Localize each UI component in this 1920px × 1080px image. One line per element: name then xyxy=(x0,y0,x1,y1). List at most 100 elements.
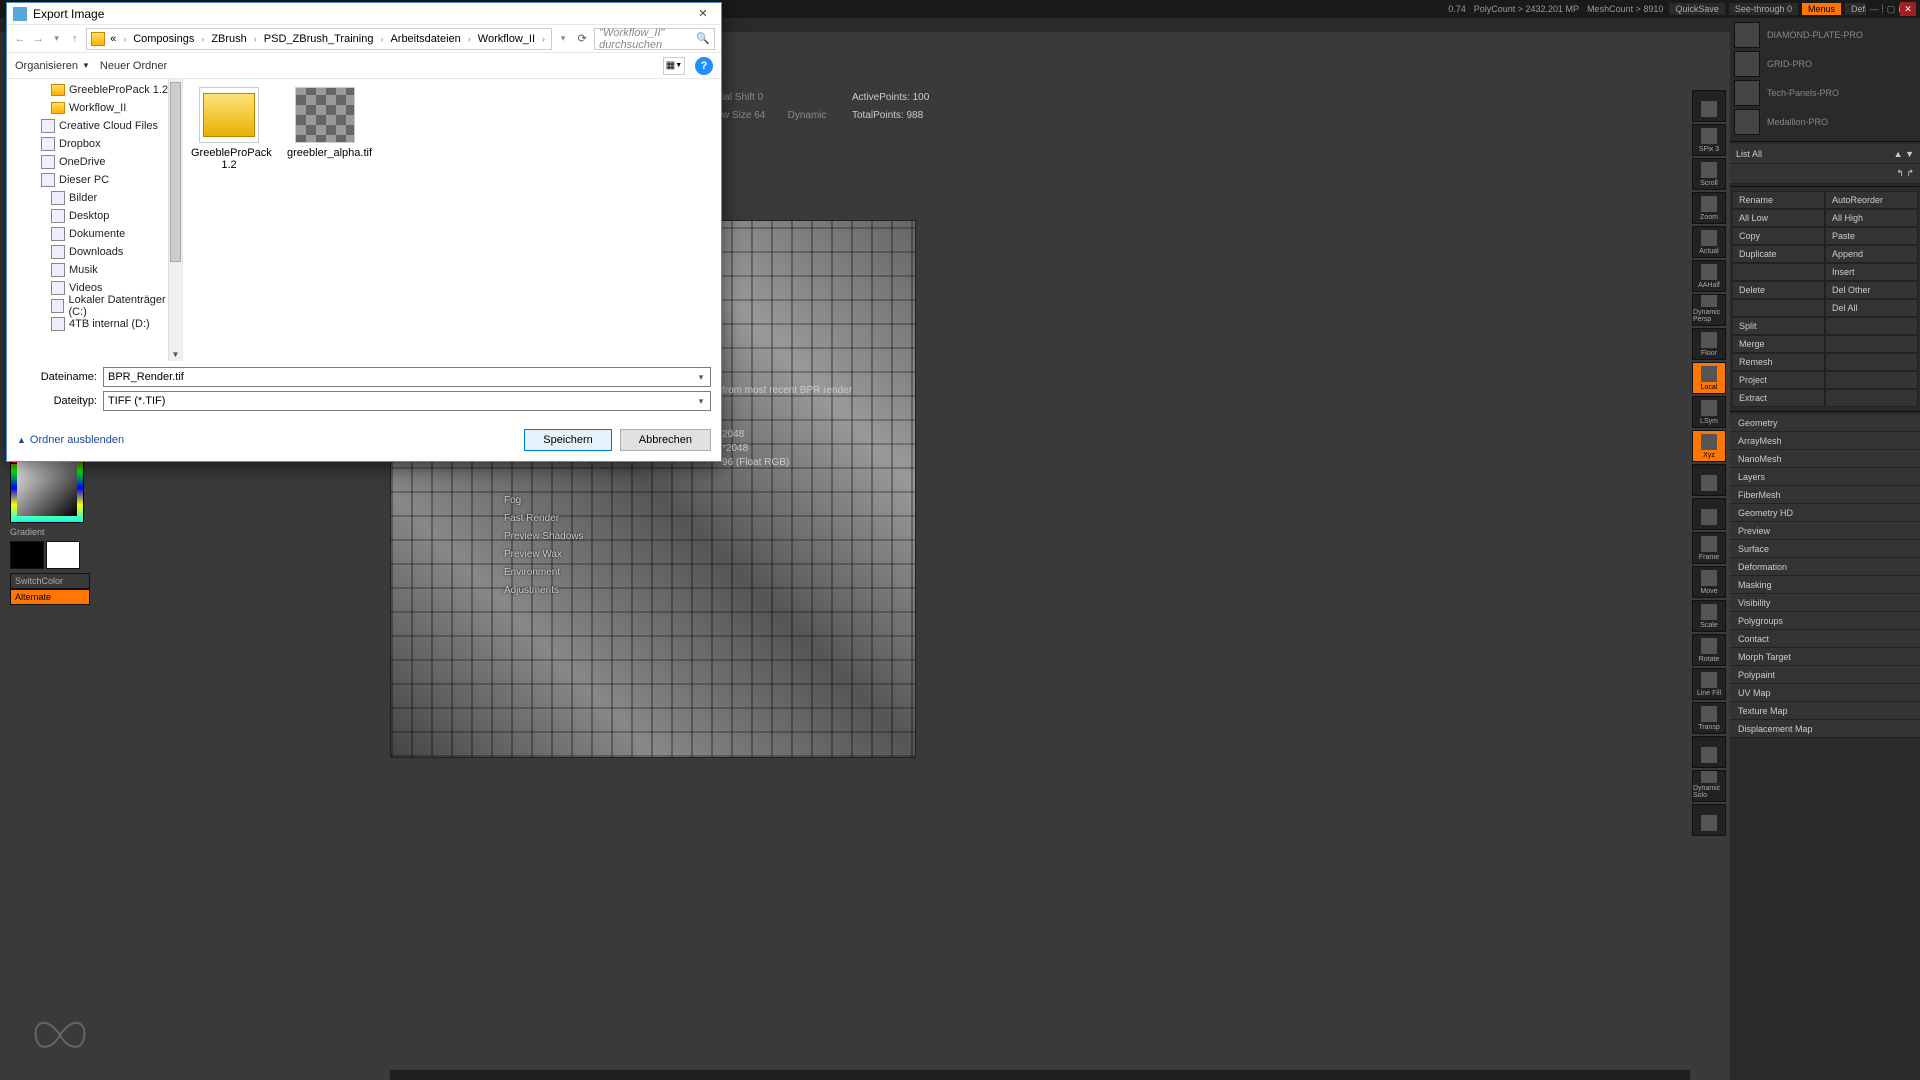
accordion-header[interactable]: Preview xyxy=(1730,522,1920,540)
shelf-button[interactable] xyxy=(1692,498,1726,530)
shelf-button[interactable]: Local xyxy=(1692,362,1726,394)
switchcolor-toggle[interactable]: SwitchColor xyxy=(10,573,90,589)
breadcrumb-segment[interactable]: Composings xyxy=(130,33,197,45)
shelf-button[interactable]: Dynamic Solo xyxy=(1692,770,1726,802)
accordion-header[interactable]: Masking xyxy=(1730,576,1920,594)
render-menu-item[interactable]: Preview Wax xyxy=(504,546,583,564)
accordion-header[interactable]: Polygroups xyxy=(1730,612,1920,630)
shelf-button[interactable]: Frame xyxy=(1692,532,1726,564)
window-max-icon[interactable]: ▢ xyxy=(1883,2,1899,16)
subtool-button[interactable]: All Low xyxy=(1732,209,1825,227)
accordion-header[interactable]: UV Map xyxy=(1730,684,1920,702)
color-picker[interactable] xyxy=(10,453,84,523)
accordion-header[interactable]: Geometry HD xyxy=(1730,504,1920,522)
swatch-white[interactable] xyxy=(46,541,80,569)
breadcrumb-segment[interactable]: Arbeitsdateien xyxy=(387,33,463,45)
alpha-thumb[interactable] xyxy=(1734,51,1760,77)
shelf-button[interactable]: Rotate xyxy=(1692,634,1726,666)
accordion-header[interactable]: Layers xyxy=(1730,468,1920,486)
alpha-thumb[interactable] xyxy=(1734,80,1760,106)
subtool-button[interactable]: Merge xyxy=(1732,335,1825,353)
subtool-button[interactable]: Append xyxy=(1825,245,1918,263)
filetype-dropdown-icon[interactable]: ▾ xyxy=(694,394,708,408)
breadcrumb[interactable]: « ›Composings›ZBrush›PSD_ZBrush_Training… xyxy=(86,28,552,50)
breadcrumb-segment[interactable]: Workflow_II xyxy=(475,33,538,45)
alternate-toggle[interactable]: Alternate xyxy=(10,589,90,605)
breadcrumb-segment[interactable]: PSD_ZBrush_Training xyxy=(261,33,377,45)
accordion-header[interactable]: Contact xyxy=(1730,630,1920,648)
close-icon[interactable]: ✕ xyxy=(691,6,715,22)
subtool-button[interactable]: Duplicate xyxy=(1732,245,1825,263)
up-button[interactable]: ↑ xyxy=(68,30,82,48)
recent-dropdown[interactable]: ▾ xyxy=(50,30,64,48)
quicksave-button[interactable]: QuickSave xyxy=(1669,3,1725,15)
list-all-button[interactable]: List All ▲ ▼ xyxy=(1730,144,1920,164)
shelf-button[interactable]: Line Fill xyxy=(1692,668,1726,700)
accordion-header[interactable]: Polypaint xyxy=(1730,666,1920,684)
subtool-button[interactable]: Del Other xyxy=(1825,281,1918,299)
accordion-header[interactable]: Morph Target xyxy=(1730,648,1920,666)
forward-button[interactable]: → xyxy=(31,30,45,48)
accordion-header[interactable]: NanoMesh xyxy=(1730,450,1920,468)
alpha-thumb[interactable] xyxy=(1734,109,1760,135)
tree-item[interactable]: Downloads xyxy=(7,243,182,261)
breadcrumb-dropdown[interactable]: ▾ xyxy=(556,30,570,48)
shelf-button[interactable] xyxy=(1692,804,1726,836)
shelf-button[interactable]: LSym xyxy=(1692,396,1726,428)
filename-field[interactable]: BPR_Render.tif ▾ xyxy=(103,367,711,387)
accordion-header[interactable]: Deformation xyxy=(1730,558,1920,576)
menus-toggle[interactable]: Menus xyxy=(1802,3,1841,15)
file-item[interactable]: GreebleProPack 1.2 xyxy=(191,87,267,171)
shelf-button[interactable] xyxy=(1692,736,1726,768)
shelf-button[interactable]: Actual xyxy=(1692,226,1726,258)
shelf-button[interactable]: Scale xyxy=(1692,600,1726,632)
filename-dropdown-icon[interactable]: ▾ xyxy=(694,370,708,384)
tree-item[interactable]: Dropbox xyxy=(7,135,182,153)
tree-item[interactable]: Musik xyxy=(7,261,182,279)
shelf-button[interactable]: Transp xyxy=(1692,702,1726,734)
accordion-header[interactable]: Visibility xyxy=(1730,594,1920,612)
render-menu-item[interactable]: Environment xyxy=(504,564,583,582)
file-item[interactable]: greebler_alpha.tif xyxy=(287,87,363,159)
hide-folders-button[interactable]: ▲ Ordner ausblenden xyxy=(17,434,124,446)
subtool-button[interactable]: Project xyxy=(1732,371,1825,389)
tree-item[interactable]: GreebleProPack 1.2 xyxy=(7,81,182,99)
subtool-button[interactable]: All High xyxy=(1825,209,1918,227)
breadcrumb-segment[interactable]: ZBrush xyxy=(208,33,249,45)
window-min-icon[interactable]: — xyxy=(1866,2,1882,16)
tree-item[interactable]: Dieser PC xyxy=(7,171,182,189)
shelf-button[interactable]: Zoom xyxy=(1692,192,1726,224)
subtool-button[interactable]: Paste xyxy=(1825,227,1918,245)
render-menu-item[interactable]: Preview Shadows xyxy=(504,528,583,546)
accordion-header[interactable]: Surface xyxy=(1730,540,1920,558)
shelf-button[interactable]: Scroll xyxy=(1692,158,1726,190)
window-close-icon[interactable]: ✕ xyxy=(1900,2,1916,16)
alpha-thumb[interactable] xyxy=(1734,22,1760,48)
subtool-button[interactable]: AutoReorder xyxy=(1825,191,1918,209)
subtool-button[interactable]: Del All xyxy=(1825,299,1918,317)
tree-item[interactable]: Lokaler Datenträger (C:) xyxy=(7,297,182,315)
accordion-header[interactable]: Texture Map xyxy=(1730,702,1920,720)
tree-item[interactable]: Desktop xyxy=(7,207,182,225)
subtool-button[interactable]: Insert xyxy=(1825,263,1918,281)
cancel-button[interactable]: Abbrechen xyxy=(620,429,711,451)
save-button[interactable]: Speichern xyxy=(524,429,612,451)
shelf-button[interactable] xyxy=(1692,464,1726,496)
search-icon[interactable]: 🔍 xyxy=(696,32,710,45)
subtool-button[interactable]: Delete xyxy=(1732,281,1825,299)
accordion-header[interactable]: Displacement Map xyxy=(1730,720,1920,738)
search-input[interactable]: "Workflow_II" durchsuchen 🔍 xyxy=(594,28,715,50)
shelf-button[interactable]: Move xyxy=(1692,566,1726,598)
render-menu-item[interactable]: Fast Render xyxy=(504,510,583,528)
shelf-button[interactable]: Floor xyxy=(1692,328,1726,360)
accordion-header[interactable]: ArrayMesh xyxy=(1730,432,1920,450)
nav-row[interactable]: ↰ ↱ xyxy=(1730,164,1920,184)
accordion-header[interactable]: FiberMesh xyxy=(1730,486,1920,504)
tree-scrollbar[interactable]: ▲ ▼ xyxy=(168,79,182,361)
view-mode-button[interactable]: ▦ ▼ xyxy=(663,57,685,75)
tree-item[interactable]: Creative Cloud Files xyxy=(7,117,182,135)
shelf-button[interactable]: Xyz xyxy=(1692,430,1726,462)
refresh-button[interactable]: ⟳ xyxy=(574,32,590,45)
shelf-button[interactable]: Dynamic Persp xyxy=(1692,294,1726,326)
shelf-button[interactable]: AAHalf xyxy=(1692,260,1726,292)
